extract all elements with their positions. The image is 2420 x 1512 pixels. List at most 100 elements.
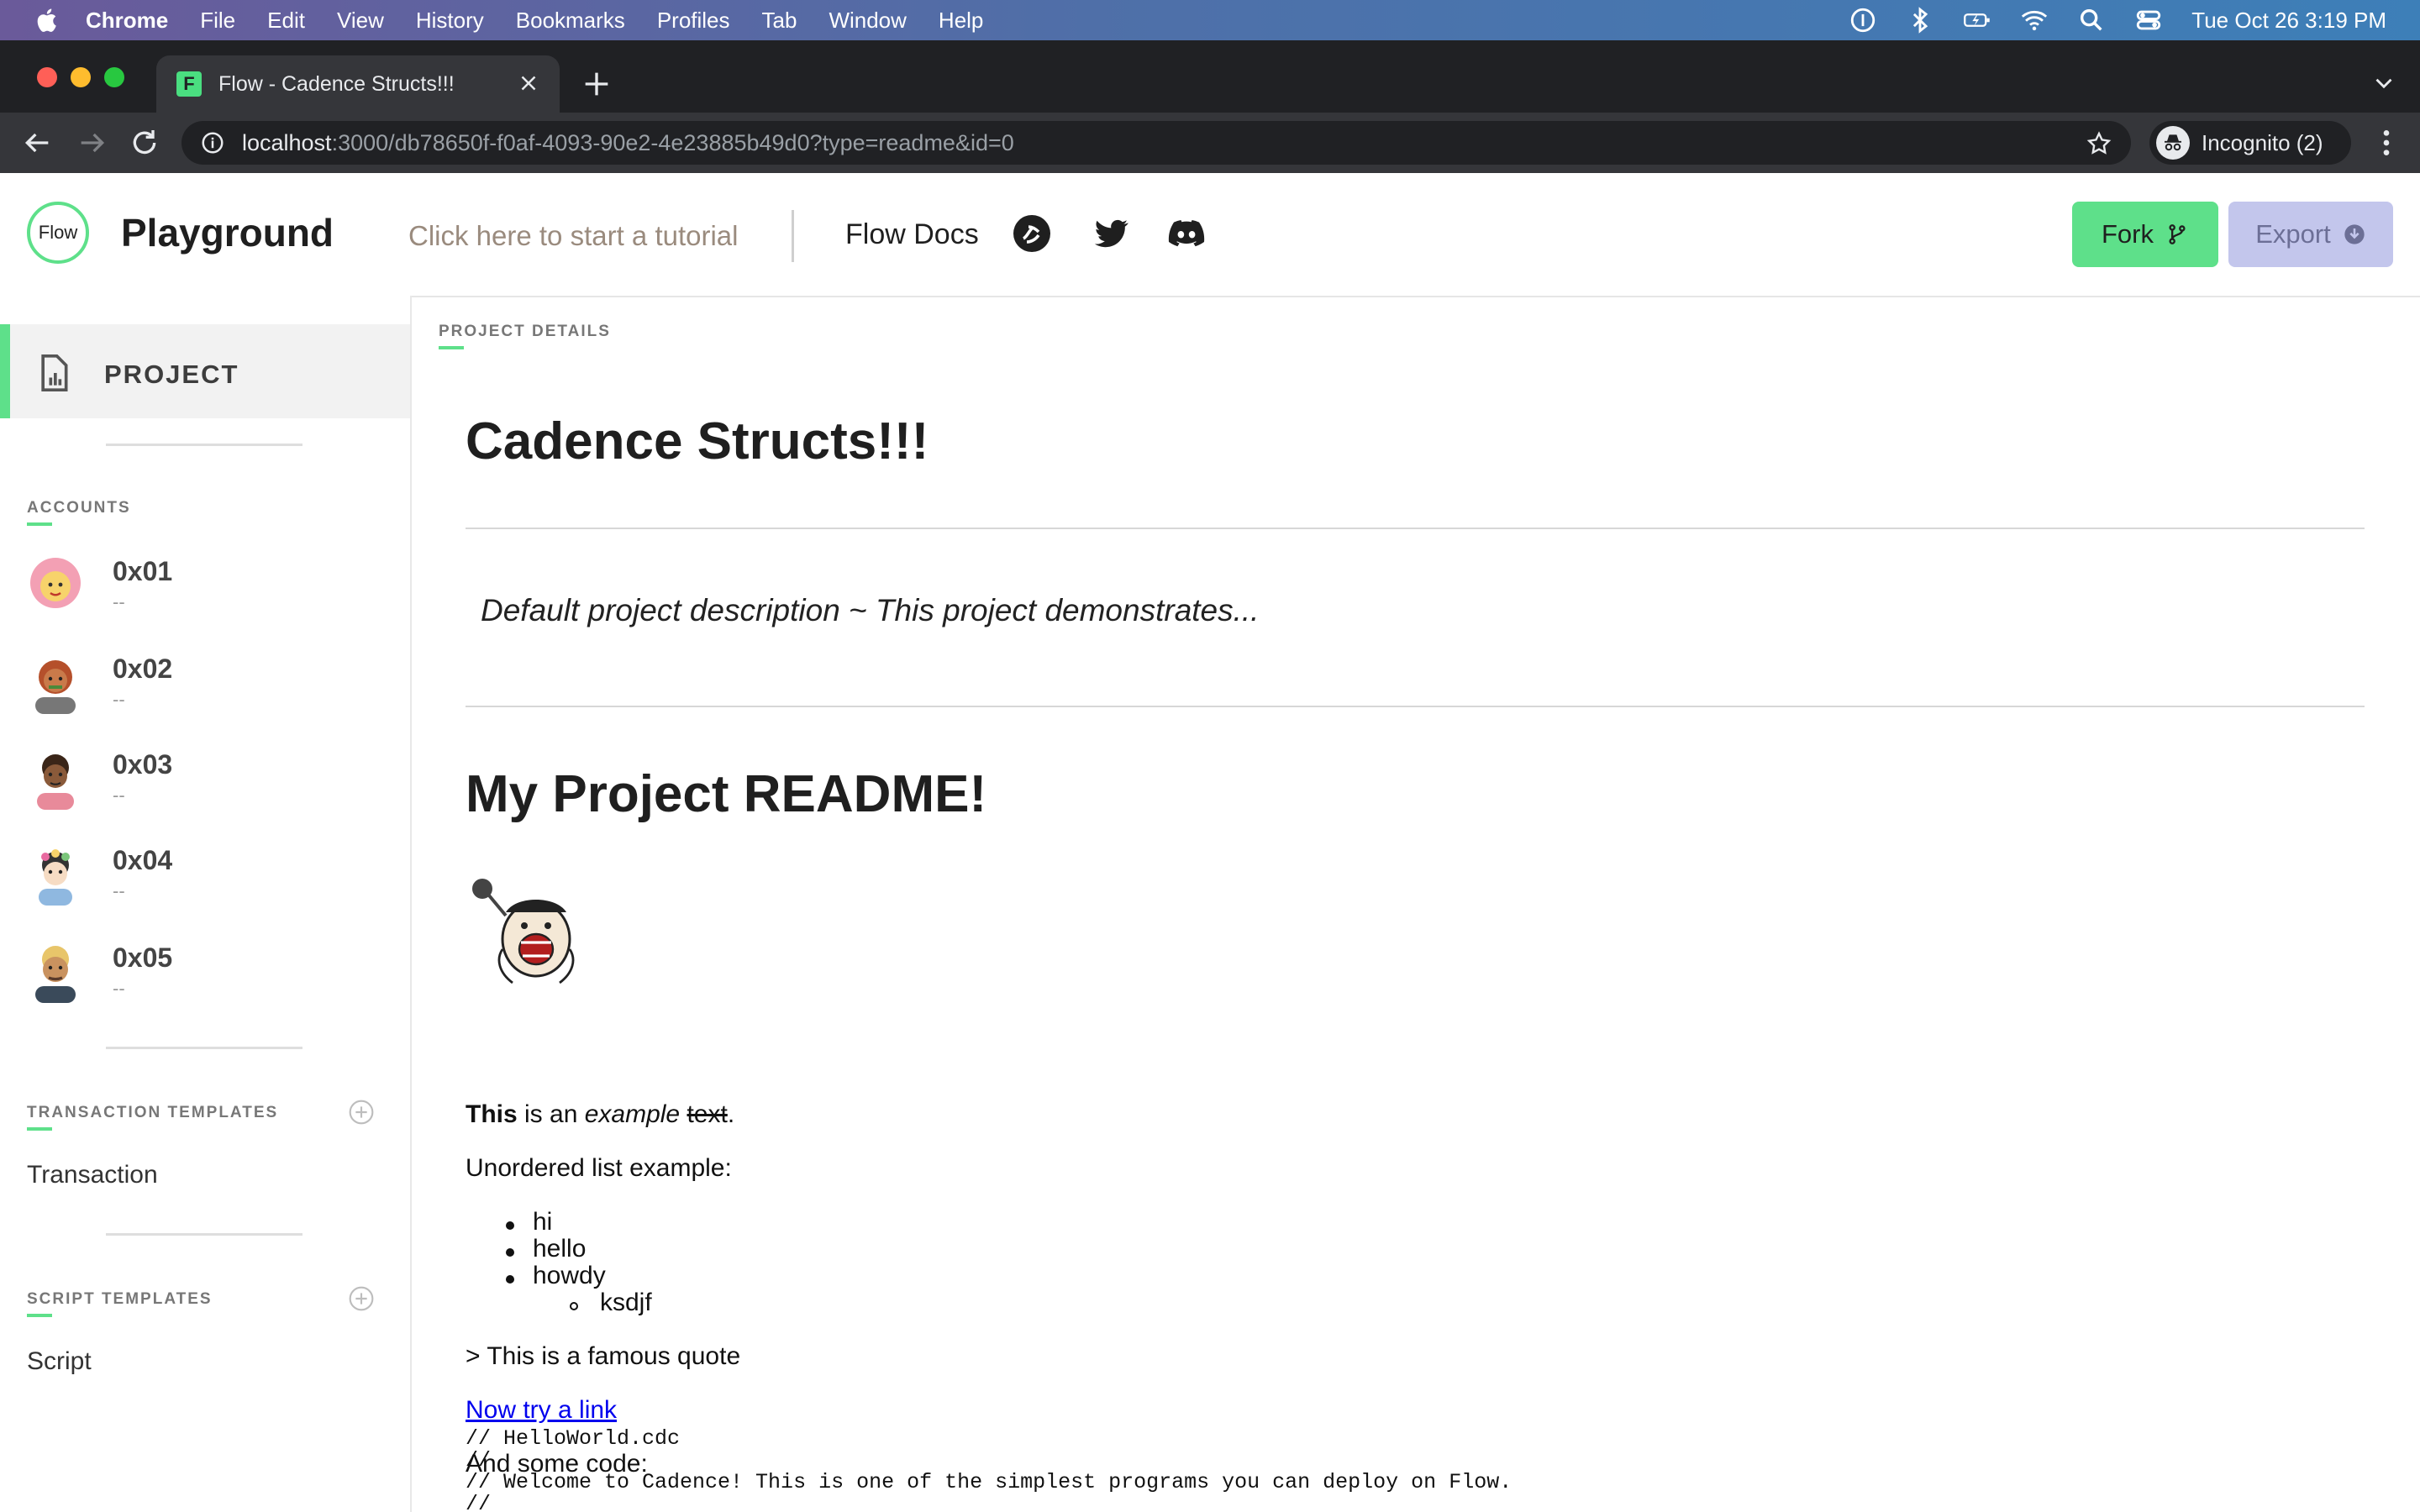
account-item[interactable]: 0x02 -- (27, 645, 380, 721)
transaction-templates-heading: TRANSACTION TEMPLATES (27, 1104, 279, 1121)
readme-paragraph: This is an example text. (466, 1100, 734, 1129)
export-label: Export (2255, 219, 2331, 249)
password-manager-icon[interactable] (1849, 6, 1877, 34)
twitter-icon[interactable] (1091, 213, 1131, 254)
bullet (506, 1221, 514, 1230)
document-chart-icon (41, 354, 68, 391)
account-item[interactable]: 0x04 -- (27, 837, 380, 912)
flow-docs-link[interactable]: Flow Docs (845, 218, 979, 251)
download-icon (2344, 224, 2365, 244)
plain-text: is an (517, 1100, 585, 1128)
account-avatar (35, 946, 76, 1003)
export-button[interactable]: Export (2228, 202, 2393, 267)
reload-icon[interactable] (128, 126, 161, 160)
git-branch-icon (2169, 224, 2186, 244)
project-details-label: PROJECT DETAILS (439, 323, 611, 340)
project-title[interactable]: Cadence Structs!!! (466, 412, 929, 471)
window-close-button[interactable] (37, 67, 57, 87)
menu-app-name[interactable]: Chrome (86, 8, 168, 34)
list-item: howdy (533, 1262, 606, 1289)
transaction-templates-underline (27, 1127, 52, 1131)
account-avatar (35, 660, 76, 714)
readme-heading: My Project README! (466, 765, 987, 823)
incognito-icon (2156, 126, 2190, 160)
menu-history[interactable]: History (416, 8, 484, 34)
project-description[interactable]: Default project description ~ This proje… (481, 593, 1259, 628)
script-template-item[interactable]: Script (27, 1347, 92, 1376)
title-divider (466, 528, 2365, 529)
discord-icon[interactable] (1166, 213, 1207, 254)
control-center-icon[interactable] (2134, 6, 2163, 34)
account-item[interactable]: 0x05 -- (27, 934, 380, 1010)
macos-menu-bar: Chrome File Edit View History Bookmarks … (0, 0, 2420, 40)
new-tab-icon[interactable] (580, 67, 613, 101)
menu-tab[interactable]: Tab (762, 8, 797, 34)
bluetooth-icon[interactable] (1906, 6, 1934, 34)
bullet (506, 1248, 514, 1257)
add-script-icon[interactable] (348, 1285, 375, 1312)
app-header: Flow Playground Click here to start a tu… (0, 173, 2420, 297)
description-divider (466, 706, 2365, 707)
script-templates-underline (27, 1314, 52, 1317)
bookmark-star-icon[interactable] (2086, 130, 2112, 157)
apple-icon[interactable] (34, 6, 62, 34)
incognito-profile-button[interactable]: Incognito (2) (2149, 121, 2351, 165)
italic-text: example (584, 1100, 681, 1128)
add-transaction-icon[interactable] (348, 1099, 375, 1126)
tab-close-icon[interactable] (516, 71, 541, 96)
account-item[interactable]: 0x03 -- (27, 741, 380, 816)
quote-text: > This is a famous quote (466, 1342, 741, 1370)
account-status: -- (113, 785, 125, 806)
menu-view[interactable]: View (337, 8, 384, 34)
tab-search-chevron-icon[interactable] (2370, 69, 2398, 97)
back-arrow-icon[interactable] (20, 126, 54, 160)
sidebar-project-label: PROJECT (104, 360, 239, 389)
account-status: -- (113, 689, 125, 710)
url-path: :3000/db78650f-f0af-4093-90e2-4e23885b49… (331, 129, 1014, 155)
spotlight-search-icon[interactable] (2077, 6, 2106, 34)
flow-logo[interactable]: Flow (27, 202, 89, 264)
window-minimize-button[interactable] (71, 67, 91, 87)
accounts-heading-underline (27, 522, 52, 526)
sidebar-divider (106, 1233, 302, 1236)
account-address: 0x02 (113, 654, 173, 684)
list-item: hi (533, 1208, 553, 1236)
bold-text: This (466, 1100, 518, 1128)
transaction-template-item[interactable]: Transaction (27, 1161, 158, 1189)
tutorial-link[interactable]: Click here to start a tutorial (408, 220, 739, 252)
sidebar: PROJECT ACCOUNTS 0x01 -- 0x02 -- 0x03 --… (0, 296, 412, 1512)
forward-arrow-icon[interactable] (76, 126, 109, 160)
menu-help[interactable]: Help (939, 8, 983, 34)
header-divider (792, 210, 794, 262)
menu-clock[interactable]: Tue Oct 26 3:19 PM (2191, 8, 2386, 34)
menu-file[interactable]: File (200, 8, 235, 34)
account-item[interactable]: 0x01 -- (27, 548, 380, 623)
account-status: -- (113, 978, 125, 999)
wifi-icon[interactable] (2020, 6, 2049, 34)
site-info-icon[interactable] (200, 130, 225, 155)
account-address: 0x04 (113, 845, 173, 875)
menu-profiles[interactable]: Profiles (657, 8, 730, 34)
account-status: -- (113, 880, 125, 901)
sub-bullet (570, 1302, 578, 1310)
browser-tab[interactable]: F Flow - Cadence Structs!!! (156, 55, 560, 113)
menu-edit[interactable]: Edit (267, 8, 305, 34)
browser-menu-icon[interactable] (2370, 126, 2403, 160)
account-avatar (39, 849, 72, 906)
sidebar-item-project[interactable]: PROJECT (0, 324, 410, 418)
readme-link[interactable]: Now try a link (466, 1396, 617, 1424)
window-zoom-button[interactable] (104, 67, 124, 87)
project-details-underline (439, 346, 464, 349)
flow-port-icon[interactable] (1012, 213, 1052, 254)
menu-window[interactable]: Window (829, 8, 906, 34)
sidebar-divider (106, 1047, 302, 1049)
accounts-heading: ACCOUNTS (27, 499, 131, 517)
tab-title: Flow - Cadence Structs!!! (218, 71, 455, 96)
url-host: localhost (242, 129, 332, 155)
battery-icon[interactable] (1963, 6, 1991, 34)
account-avatar (37, 754, 74, 810)
account-address: 0x01 (113, 556, 173, 586)
address-bar[interactable]: localhost:3000/db78650f-f0af-4093-90e2-4… (182, 121, 2131, 165)
menu-bookmarks[interactable]: Bookmarks (516, 8, 625, 34)
fork-button[interactable]: Fork (2072, 202, 2218, 267)
